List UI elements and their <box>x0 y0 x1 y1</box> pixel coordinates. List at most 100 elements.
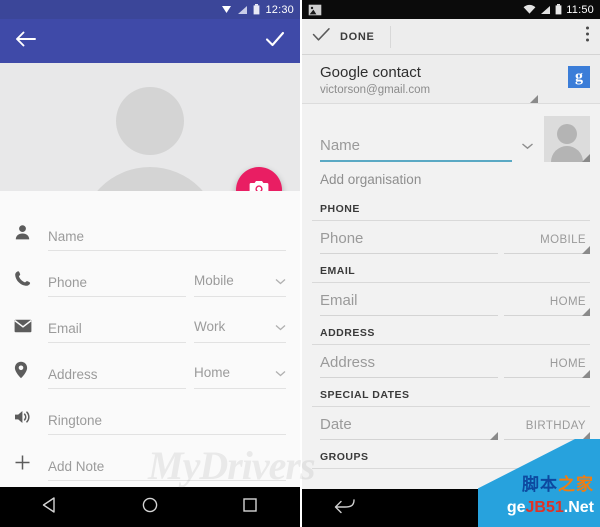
person-icon <box>14 224 48 251</box>
triangle-back-icon[interactable] <box>41 496 59 519</box>
location-icon <box>14 361 48 389</box>
spinner-corner-icon <box>530 94 538 103</box>
email-type-dropdown[interactable]: Work <box>194 318 286 343</box>
left-phone-panel: 12:30 Name Phone Mobile Email Work Addre… <box>0 0 300 527</box>
date-input[interactable]: Date <box>320 416 498 440</box>
action-bar-divider <box>389 25 391 48</box>
spinner-corner-icon <box>582 369 590 378</box>
watermark-corner: 脚本之家 geJB51.Net <box>478 439 600 527</box>
left-status-time: 12:30 <box>265 3 294 16</box>
avatar-corner-icon <box>582 153 590 162</box>
chevron-down-icon <box>521 137 534 155</box>
circle-home-icon[interactable] <box>141 496 159 519</box>
email-icon <box>14 319 48 343</box>
organisation-row[interactable]: Add organisation <box>302 161 600 199</box>
account-text: Google contact victorson@gmail.com <box>320 63 568 96</box>
placeholder-avatar-body <box>80 167 220 191</box>
arrow-back-icon[interactable] <box>332 497 356 520</box>
expand-name-button[interactable] <box>516 137 538 162</box>
field-row-address[interactable]: Address Home <box>0 343 300 389</box>
address-placeholder: Address <box>48 367 98 382</box>
organisation-placeholder: Add organisation <box>320 171 422 187</box>
left-nav-bar <box>0 487 300 527</box>
phone-placeholder: Phone <box>48 275 88 290</box>
right-status-bar: 11:50 <box>302 0 600 19</box>
ringtone-icon <box>14 409 48 435</box>
email-input[interactable]: Email <box>320 292 498 316</box>
address-type-label: HOME <box>549 357 586 370</box>
left-status-bar: 12:30 <box>0 0 300 19</box>
address-type-label: Home <box>194 365 231 380</box>
camera-icon <box>249 179 269 191</box>
watermark-url-suffix: .Net <box>563 499 594 516</box>
google-g-icon: g <box>568 66 590 88</box>
chevron-down-icon <box>275 364 286 382</box>
field-row-ringtone[interactable]: Ringtone <box>0 389 300 435</box>
email-placeholder: Email <box>320 291 358 309</box>
left-field-list: Name Phone Mobile Email Work Address Hom… <box>0 191 300 481</box>
name-placeholder: Name <box>320 136 361 154</box>
done-label: DONE <box>340 30 375 43</box>
phone-type-dropdown[interactable]: Mobile <box>194 272 286 297</box>
chevron-down-icon <box>275 318 286 336</box>
left-app-bar <box>0 19 300 63</box>
date-type-label: BIRTHDAY <box>525 419 586 432</box>
field-row-add-note[interactable]: Add Note <box>0 435 300 481</box>
email-type-label: Work <box>194 319 226 334</box>
phone-type-spinner[interactable]: MOBILE <box>504 230 590 254</box>
square-recents-icon[interactable] <box>241 496 259 519</box>
battery-icon <box>253 4 260 15</box>
account-selector[interactable]: Google contact victorson@gmail.com g <box>302 55 600 104</box>
back-arrow-icon[interactable] <box>14 30 36 53</box>
field-row-phone[interactable]: Phone Mobile <box>0 251 300 297</box>
row-address: Address HOME <box>302 344 600 385</box>
date-type-spinner[interactable]: BIRTHDAY <box>504 416 590 440</box>
email-type-spinner[interactable]: HOME <box>504 292 590 316</box>
avatar[interactable] <box>544 115 590 162</box>
watermark-chinese: 脚本之家 <box>522 470 594 495</box>
row-phone: Phone MOBILE <box>302 220 600 261</box>
right-action-bar: DONE <box>302 19 600 55</box>
chevron-down-icon <box>275 272 286 290</box>
watermark-cn-blue: 脚本 <box>522 475 558 494</box>
watermark-url-brand: JB51 <box>525 499 564 516</box>
wifi-icon <box>523 4 536 15</box>
screenshot-root: 12:30 Name Phone Mobile Email Work Addre… <box>0 0 600 527</box>
overflow-menu-icon[interactable] <box>585 25 590 48</box>
placeholder-avatar-head <box>116 87 184 155</box>
field-row-email[interactable]: Email Work <box>0 297 300 343</box>
done-button[interactable]: DONE <box>312 25 585 48</box>
phone-type-label: Mobile <box>194 273 234 288</box>
ringtone-placeholder: Ringtone <box>48 413 103 428</box>
address-input[interactable]: Address <box>320 354 498 378</box>
check-mark-icon <box>312 27 331 47</box>
address-type-spinner[interactable]: HOME <box>504 354 590 378</box>
watermark-url-prefix: ge <box>506 499 526 516</box>
camera-fab-button[interactable] <box>236 167 282 191</box>
name-input[interactable]: Name <box>320 137 512 162</box>
watermark-cn-orange: 之家 <box>558 475 594 494</box>
name-row: Name <box>302 103 600 162</box>
email-placeholder: Email <box>48 321 82 336</box>
section-header-address: ADDRESS <box>302 322 600 344</box>
phone-input[interactable]: Phone <box>320 230 498 254</box>
confirm-check-icon[interactable] <box>264 30 286 53</box>
right-status-time: 11:50 <box>566 3 594 16</box>
contact-photo-area[interactable] <box>0 63 300 191</box>
section-header-special-dates: SPECIAL DATES <box>302 384 600 406</box>
address-placeholder: Address <box>320 353 376 371</box>
signal-bars-icon <box>237 5 248 15</box>
watermark-url: geJB51.Net <box>507 499 594 517</box>
name-placeholder: Name <box>48 229 85 244</box>
email-type-label: HOME <box>549 295 586 308</box>
battery-icon <box>555 4 562 15</box>
phone-placeholder: Phone <box>320 229 364 247</box>
field-row-name[interactable]: Name <box>0 205 300 251</box>
section-header-phone: PHONE <box>302 198 600 220</box>
plus-icon <box>14 454 48 481</box>
phone-type-label: MOBILE <box>540 233 586 246</box>
avatar-head <box>557 123 577 144</box>
section-header-email: EMAIL <box>302 260 600 282</box>
address-type-dropdown[interactable]: Home <box>194 364 286 389</box>
signal-bars-icon <box>540 5 551 15</box>
